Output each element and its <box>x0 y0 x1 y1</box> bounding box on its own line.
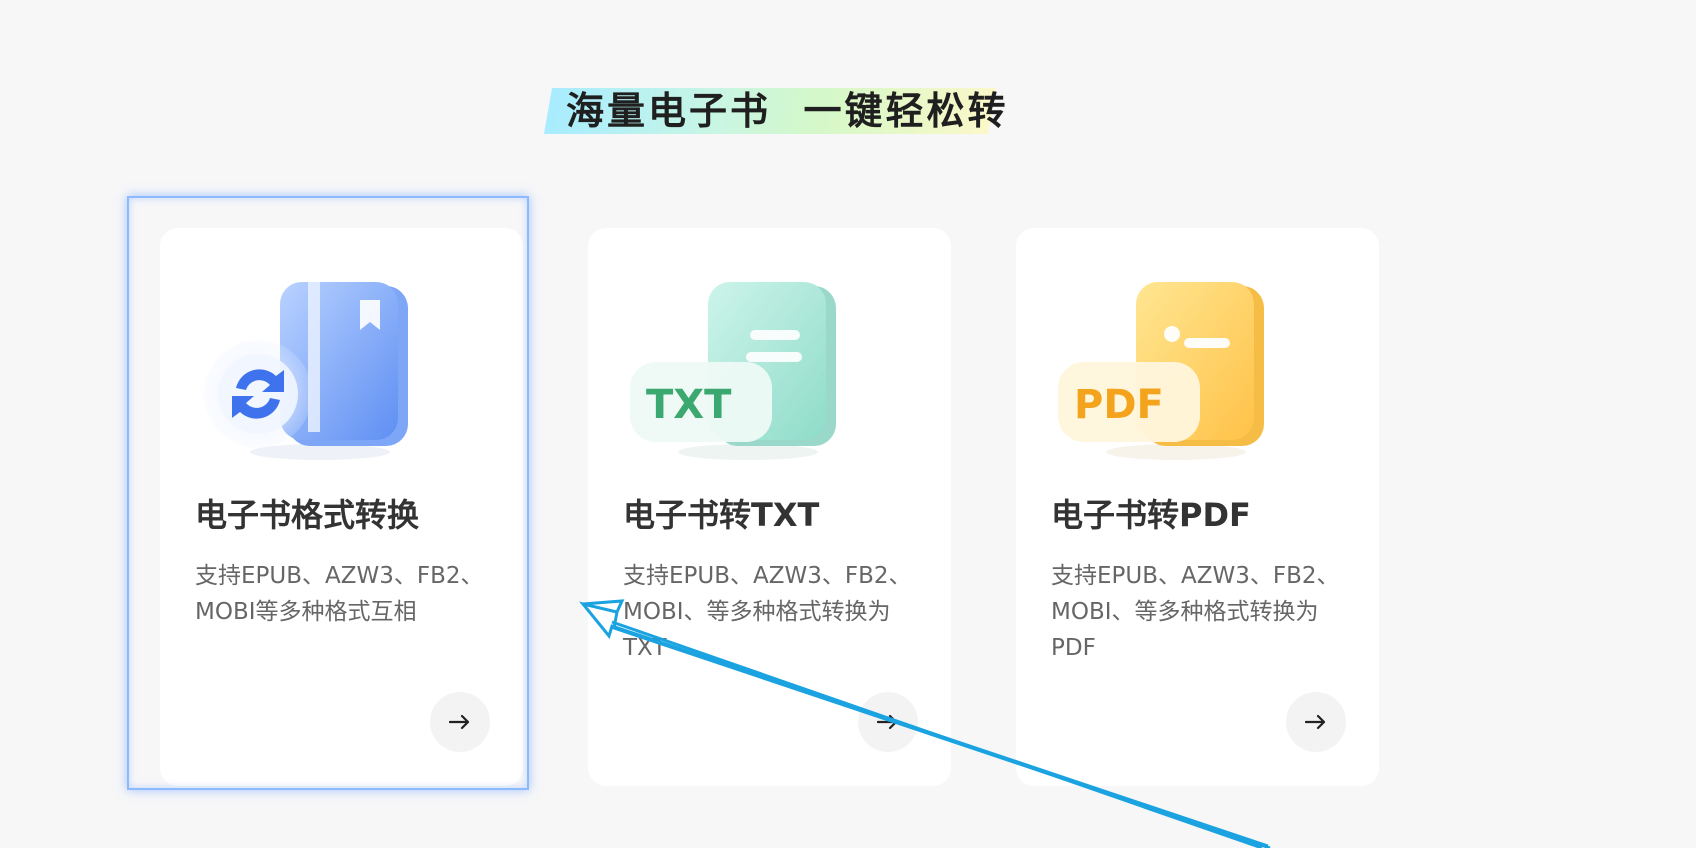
card-open-button[interactable] <box>858 692 918 752</box>
svg-text:PDF: PDF <box>1074 382 1164 428</box>
banner-title: 海量电子书 一键轻松转 <box>566 89 1009 133</box>
card-description: 支持EPUB、AZW3、FB2、MOBI、等多种格式转换为PDF <box>1051 563 1340 661</box>
card-title: 电子书转TXT <box>623 496 820 534</box>
card-open-button[interactable] <box>1286 692 1346 752</box>
arrow-right-icon <box>449 714 470 730</box>
txt-file-icon: TXT <box>630 282 836 460</box>
card-ebook-to-txt[interactable]: TXT 电子书转TXT 支持EPUB、AZW3、FB2、MOBI、等多种格式转换… <box>588 228 951 786</box>
svg-text:TXT: TXT <box>646 382 732 428</box>
book-convert-icon <box>204 282 408 460</box>
card-title: 电子书格式转换 <box>195 496 420 534</box>
card-description: 支持EPUB、AZW3、FB2、MOBI等多种格式互相 <box>195 563 484 625</box>
arrow-right-icon <box>877 714 898 730</box>
card-title: 电子书转PDF <box>1051 496 1251 534</box>
card-description: 支持EPUB、AZW3、FB2、MOBI、等多种格式转换为TXT <box>623 563 912 661</box>
card-ebook-format-convert[interactable]: 电子书格式转换 支持EPUB、AZW3、FB2、MOBI等多种格式互相 <box>160 228 523 786</box>
card-ebook-to-pdf[interactable]: PDF 电子书转PDF 支持EPUB、AZW3、FB2、MOBI、等多种格式转换… <box>1016 228 1379 786</box>
arrow-right-icon <box>1305 714 1326 730</box>
card-open-button[interactable] <box>430 692 490 752</box>
pdf-file-icon: PDF <box>1058 282 1264 460</box>
